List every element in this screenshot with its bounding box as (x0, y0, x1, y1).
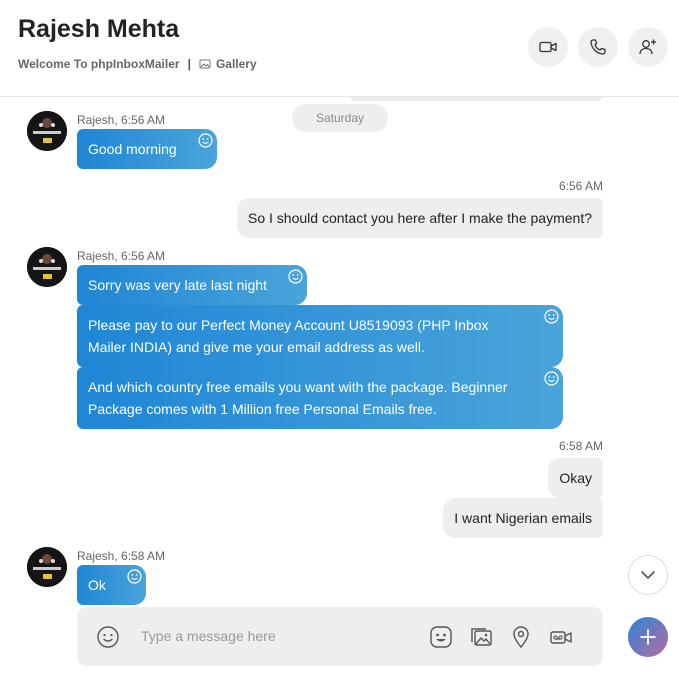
avatar-logo-icon (27, 547, 67, 587)
mood-message: Welcome To phpInboxMailer (18, 57, 180, 71)
reaction-smiley-icon[interactable] (544, 309, 559, 324)
message-composer: Type a message here (77, 607, 603, 666)
outgoing-message[interactable]: So I should contact you here after I mak… (237, 198, 603, 238)
video-call-button[interactable] (528, 27, 568, 67)
video-camera-icon (539, 41, 557, 53)
header-subline: Welcome To phpInboxMailer | Gallery (18, 57, 257, 71)
sender-timestamp: Rajesh, 6:58 AM (77, 549, 166, 563)
media-icon[interactable] (468, 624, 494, 650)
separator: | (187, 57, 191, 71)
gallery-icon (199, 59, 211, 69)
message-text: So I should contact you here after I mak… (248, 210, 592, 226)
previous-message-edge (350, 97, 603, 101)
add-people-button[interactable] (628, 27, 668, 67)
message-text: Sorry was very late last night (88, 277, 267, 293)
message-timestamp: 6:58 AM (558, 439, 603, 453)
message-text: And which country free emails you want w… (88, 379, 508, 417)
scroll-to-bottom-button[interactable] (628, 555, 668, 595)
message-list[interactable]: Saturday Rajesh, 6:56 AM Good morning 6:… (0, 97, 679, 607)
chat-header: Rajesh Mehta Welcome To phpInboxMailer |… (0, 0, 679, 97)
incoming-message[interactable]: And which country free emails you want w… (77, 367, 563, 429)
audio-call-button[interactable] (578, 27, 618, 67)
avatar[interactable] (27, 111, 67, 151)
sender-timestamp: Rajesh, 6:56 AM (77, 249, 166, 263)
message-text: Okay (559, 470, 592, 486)
reaction-smiley-icon[interactable] (198, 133, 213, 148)
message-timestamp: 6:56 AM (558, 179, 603, 193)
incoming-message[interactable]: Ok (77, 565, 146, 605)
emoji-icon[interactable] (96, 625, 120, 649)
sticker-icon[interactable] (428, 624, 454, 650)
avatar[interactable] (27, 247, 67, 287)
reaction-smiley-icon[interactable] (544, 371, 559, 386)
outgoing-message[interactable]: I want Nigerian emails (443, 498, 603, 538)
sender-timestamp: Rajesh, 6:56 AM (77, 113, 166, 127)
avatar-logo-icon (27, 247, 67, 287)
add-person-icon (639, 39, 656, 55)
location-icon[interactable] (508, 624, 534, 650)
phone-icon (590, 39, 606, 55)
reaction-smiley-icon[interactable] (127, 569, 142, 584)
gallery-label: Gallery (215, 57, 257, 71)
reaction-smiley-icon[interactable] (288, 269, 303, 284)
message-input[interactable]: Type a message here (141, 628, 276, 644)
gallery-link[interactable]: Gallery (199, 57, 257, 71)
outgoing-message[interactable]: Okay (548, 458, 603, 498)
message-text: Good morning (88, 141, 177, 157)
incoming-message[interactable]: Sorry was very late last night (77, 265, 307, 305)
chevron-down-icon (641, 571, 655, 579)
message-text: Please pay to our Perfect Money Account … (88, 317, 489, 355)
avatar-logo-icon (27, 111, 67, 151)
date-divider: Saturday (292, 104, 388, 132)
add-content-button[interactable] (628, 617, 668, 657)
message-text: I want Nigerian emails (454, 510, 592, 526)
avatar[interactable] (27, 547, 67, 587)
incoming-message[interactable]: Please pay to our Perfect Money Account … (77, 305, 563, 367)
video-message-icon[interactable] (548, 624, 574, 650)
plus-icon (640, 629, 656, 645)
contact-name[interactable]: Rajesh Mehta (18, 15, 179, 44)
message-text: Ok (88, 577, 106, 593)
incoming-message[interactable]: Good morning (77, 129, 217, 169)
